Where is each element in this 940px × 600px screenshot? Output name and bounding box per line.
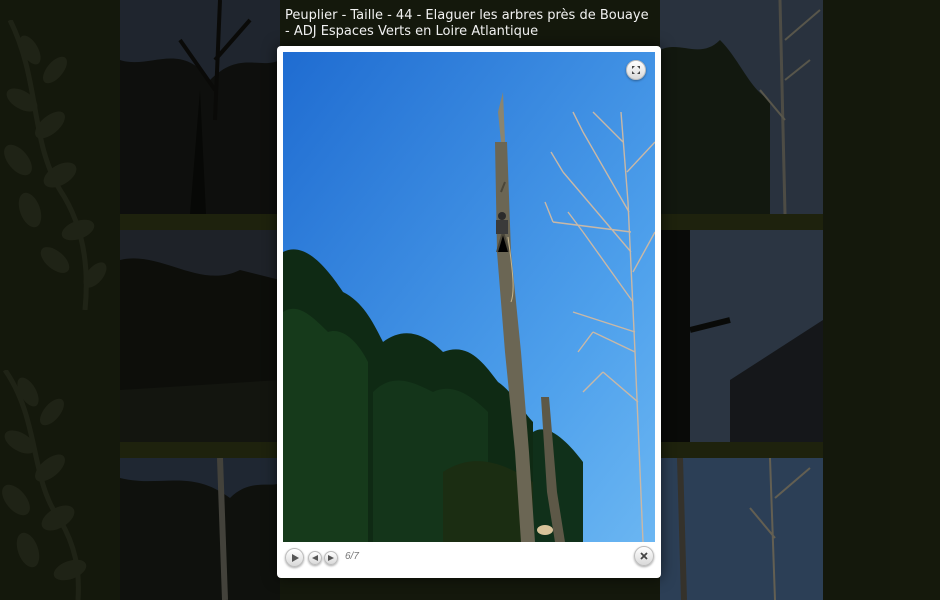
- previous-button[interactable]: [308, 551, 322, 565]
- close-button[interactable]: [634, 546, 654, 566]
- play-icon: [291, 553, 299, 562]
- lightbox-caption: Peuplier - Taille - 44 - Elaguer les arb…: [285, 8, 649, 39]
- next-icon: [328, 555, 334, 561]
- expand-button[interactable]: [626, 60, 646, 80]
- expand-icon: [632, 66, 640, 74]
- play-button[interactable]: [285, 548, 304, 567]
- image-counter: 6/7: [345, 551, 359, 562]
- lightbox: 6/7: [277, 46, 661, 578]
- next-button[interactable]: [324, 551, 338, 565]
- lightbox-photo: [283, 52, 655, 542]
- page: Peuplier - Taille - 44 - Elaguer les arb…: [0, 0, 940, 600]
- previous-icon: [312, 555, 318, 561]
- close-icon: [640, 552, 648, 560]
